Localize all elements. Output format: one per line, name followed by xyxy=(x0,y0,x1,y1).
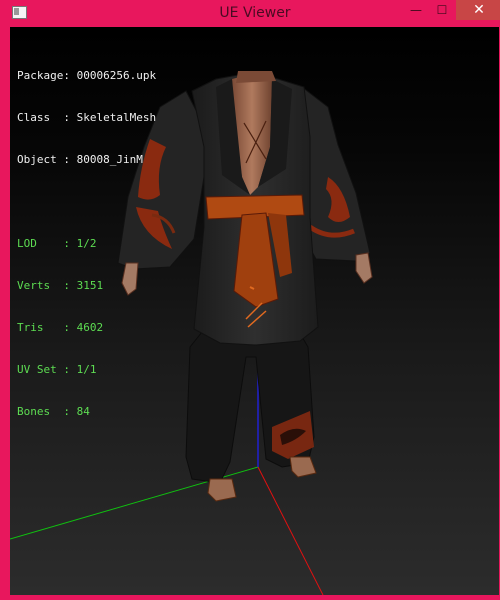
info-tris: Tris : 4602 xyxy=(17,321,156,335)
info-verts: Verts : 3151 xyxy=(17,279,156,293)
tris-label: Tris : xyxy=(17,321,70,334)
maximize-button[interactable]: ☐ xyxy=(429,0,455,20)
verts-label: Verts : xyxy=(17,279,70,292)
bones-label: Bones : xyxy=(17,405,70,418)
minimize-button[interactable]: — xyxy=(403,0,429,20)
uvset-value: 1/1 xyxy=(76,363,97,376)
package-label: Package: xyxy=(17,69,70,82)
info-uvset: UV Set : 1/1 xyxy=(17,363,156,377)
info-class: Class : SkeletalMesh xyxy=(17,111,156,125)
info-object: Object : 80008_JinM xyxy=(17,153,156,167)
class-value: SkeletalMesh xyxy=(76,111,157,124)
3d-viewport[interactable]: Package: 00006256.upk Class : SkeletalMe… xyxy=(10,27,499,595)
close-button[interactable]: ✕ xyxy=(456,0,500,20)
package-value: 00006256.upk xyxy=(76,69,157,82)
info-bones: Bones : 84 xyxy=(17,405,156,419)
info-package: Package: 00006256.upk xyxy=(17,69,156,83)
verts-value: 3151 xyxy=(76,279,104,292)
info-lod: LOD : 1/2 xyxy=(17,237,156,251)
mesh-info-overlay: Package: 00006256.upk Class : SkeletalMe… xyxy=(17,41,156,447)
bones-value: 84 xyxy=(76,405,90,418)
lod-label: LOD : xyxy=(17,237,70,250)
lod-value: 1/2 xyxy=(76,237,97,250)
uvset-label: UV Set : xyxy=(17,363,70,376)
title-bar[interactable]: UE Viewer — ☐ ✕ xyxy=(5,0,500,27)
character-model xyxy=(117,71,373,502)
tris-value: 4602 xyxy=(76,321,104,334)
object-label: Object : xyxy=(17,153,70,166)
x-axis-line xyxy=(257,466,324,595)
app-window: UE Viewer — ☐ ✕ Package: 00006256.upk Cl… xyxy=(0,0,500,600)
object-value: 80008_JinM xyxy=(76,153,143,166)
class-label: Class : xyxy=(17,111,70,124)
